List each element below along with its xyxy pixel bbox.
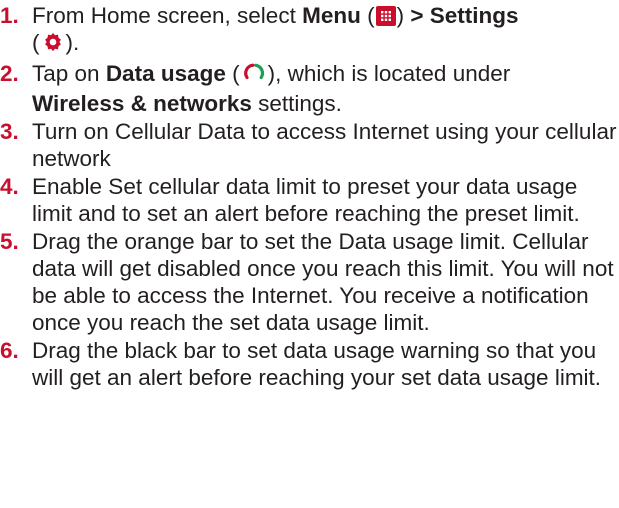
step-number: 6.: [0, 338, 19, 363]
step-4: 4. Enable Set cellular data limit to pre…: [0, 173, 619, 227]
step-text: Tap on: [32, 61, 106, 86]
step-number: 3.: [0, 119, 19, 144]
menu-label: Menu: [302, 3, 361, 28]
data-usage-label: Data usage: [105, 61, 226, 86]
step-5: 5. Drag the orange bar to set the Data u…: [0, 228, 619, 336]
step-number: 2.: [0, 61, 19, 86]
step-text: Enable Set cellular data limit to preset…: [32, 174, 580, 226]
step-text: From Home screen, select: [32, 3, 303, 28]
settings-label: > Settings: [410, 3, 519, 28]
paren: (: [360, 3, 375, 28]
paren: (: [32, 30, 40, 55]
step-text: Turn on Cellular Data to access Internet…: [32, 119, 617, 171]
step-text: settings.: [251, 91, 342, 116]
step-number: 5.: [0, 229, 19, 254]
step-number: 1.: [0, 3, 19, 28]
step-3: 3. Turn on Cellular Data to access Inter…: [0, 118, 619, 172]
gear-icon: [42, 31, 64, 59]
step-text: Drag the black bar to set data usage war…: [32, 338, 602, 390]
instruction-steps: 1. From Home screen, select Menu () > Se…: [0, 0, 619, 391]
wireless-networks-label: Wireless & networks: [32, 91, 252, 116]
step-text: Drag the orange bar to set the Data usag…: [32, 229, 614, 335]
step-2: 2. Tap on Data usage ( ), which is locate…: [0, 60, 619, 117]
step-text: ), which is located under: [267, 61, 511, 86]
paren: ): [396, 3, 411, 28]
step-1: 1. From Home screen, select Menu () > Se…: [0, 2, 619, 59]
paren: (: [225, 61, 240, 86]
paren: ).: [65, 30, 80, 55]
step-number: 4.: [0, 174, 19, 199]
step-6: 6. Drag the black bar to set data usage …: [0, 337, 619, 391]
data-usage-icon: [242, 62, 266, 90]
menu-grid-icon: [375, 6, 396, 26]
